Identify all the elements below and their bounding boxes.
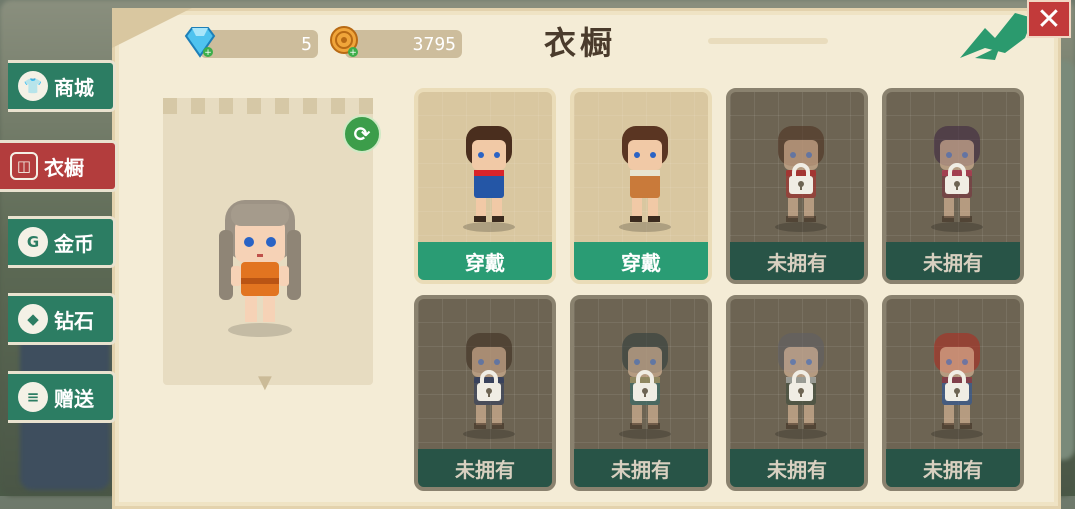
- outfit-card[interactable]: 穿戴: [414, 88, 556, 284]
- outfit-card[interactable]: 未拥有: [726, 88, 868, 284]
- coin-icon: G: [18, 227, 48, 257]
- diamond-icon: +: [184, 27, 216, 58]
- lock-icon: [945, 163, 969, 194]
- coin-icon: +: [330, 26, 358, 58]
- lock-icon: [945, 370, 969, 401]
- decorative-brush-stroke: [708, 38, 828, 44]
- outfit-character: [619, 126, 671, 232]
- not-owned-label: 未拥有: [418, 449, 552, 487]
- tab-gift[interactable]: ≡ 赠送: [8, 371, 116, 423]
- tab-label: 金币: [54, 231, 94, 256]
- outfit-character: [463, 126, 515, 232]
- lock-icon: [633, 370, 657, 401]
- outfit-card[interactable]: 未拥有: [882, 88, 1024, 284]
- refresh-icon: ⟳: [353, 122, 371, 146]
- wear-button[interactable]: 穿戴: [574, 242, 708, 280]
- svg-text:+: +: [349, 48, 357, 58]
- wardrobe-icon: ◫: [10, 152, 38, 180]
- panel-corner-fold: [112, 8, 192, 48]
- preview-marker-icon: ▼: [258, 372, 272, 393]
- not-owned-label: 未拥有: [886, 242, 1020, 280]
- decorative-green-splash: [960, 13, 1033, 60]
- shirt-icon: 👕: [18, 71, 48, 101]
- outfit-card[interactable]: 未拥有: [414, 295, 556, 491]
- tab-label: 商城: [54, 75, 94, 100]
- tab-label: 钻石: [54, 308, 94, 333]
- lock-icon: [789, 163, 813, 194]
- lock-icon: [789, 370, 813, 401]
- coin-count: 3795: [412, 33, 456, 55]
- close-icon: ✕: [1036, 1, 1062, 37]
- diamond-count: 5: [301, 33, 312, 55]
- outfit-card[interactable]: 穿戴: [570, 88, 712, 284]
- player-character: [219, 200, 301, 337]
- lock-icon: [477, 370, 501, 401]
- tab-coins[interactable]: G 金币: [8, 216, 116, 268]
- tab-shop[interactable]: 👕 商城: [8, 60, 116, 112]
- coin-balance: 3795: [345, 30, 462, 58]
- close-button[interactable]: ✕: [1027, 0, 1071, 38]
- wear-button[interactable]: 穿戴: [418, 242, 552, 280]
- page-title: 衣橱: [543, 24, 616, 62]
- outfit-card[interactable]: 未拥有: [570, 295, 712, 491]
- outfit-card[interactable]: 未拥有: [726, 295, 868, 491]
- not-owned-label: 未拥有: [730, 449, 864, 487]
- not-owned-label: 未拥有: [886, 449, 1020, 487]
- tab-diamonds[interactable]: ◆ 钻石: [8, 293, 116, 345]
- not-owned-label: 未拥有: [574, 449, 708, 487]
- tab-label: 赠送: [54, 386, 94, 411]
- tab-wardrobe[interactable]: ◫ 衣橱: [0, 140, 118, 192]
- svg-text:+: +: [204, 48, 212, 58]
- refresh-button[interactable]: ⟳: [343, 115, 381, 153]
- not-owned-label: 未拥有: [730, 242, 864, 280]
- outfit-card[interactable]: 未拥有: [882, 295, 1024, 491]
- gift-icon: ≡: [18, 382, 48, 412]
- preview-border-pattern: [163, 98, 373, 114]
- diamond-icon: ◆: [18, 304, 48, 334]
- tab-label: 衣橱: [44, 155, 84, 180]
